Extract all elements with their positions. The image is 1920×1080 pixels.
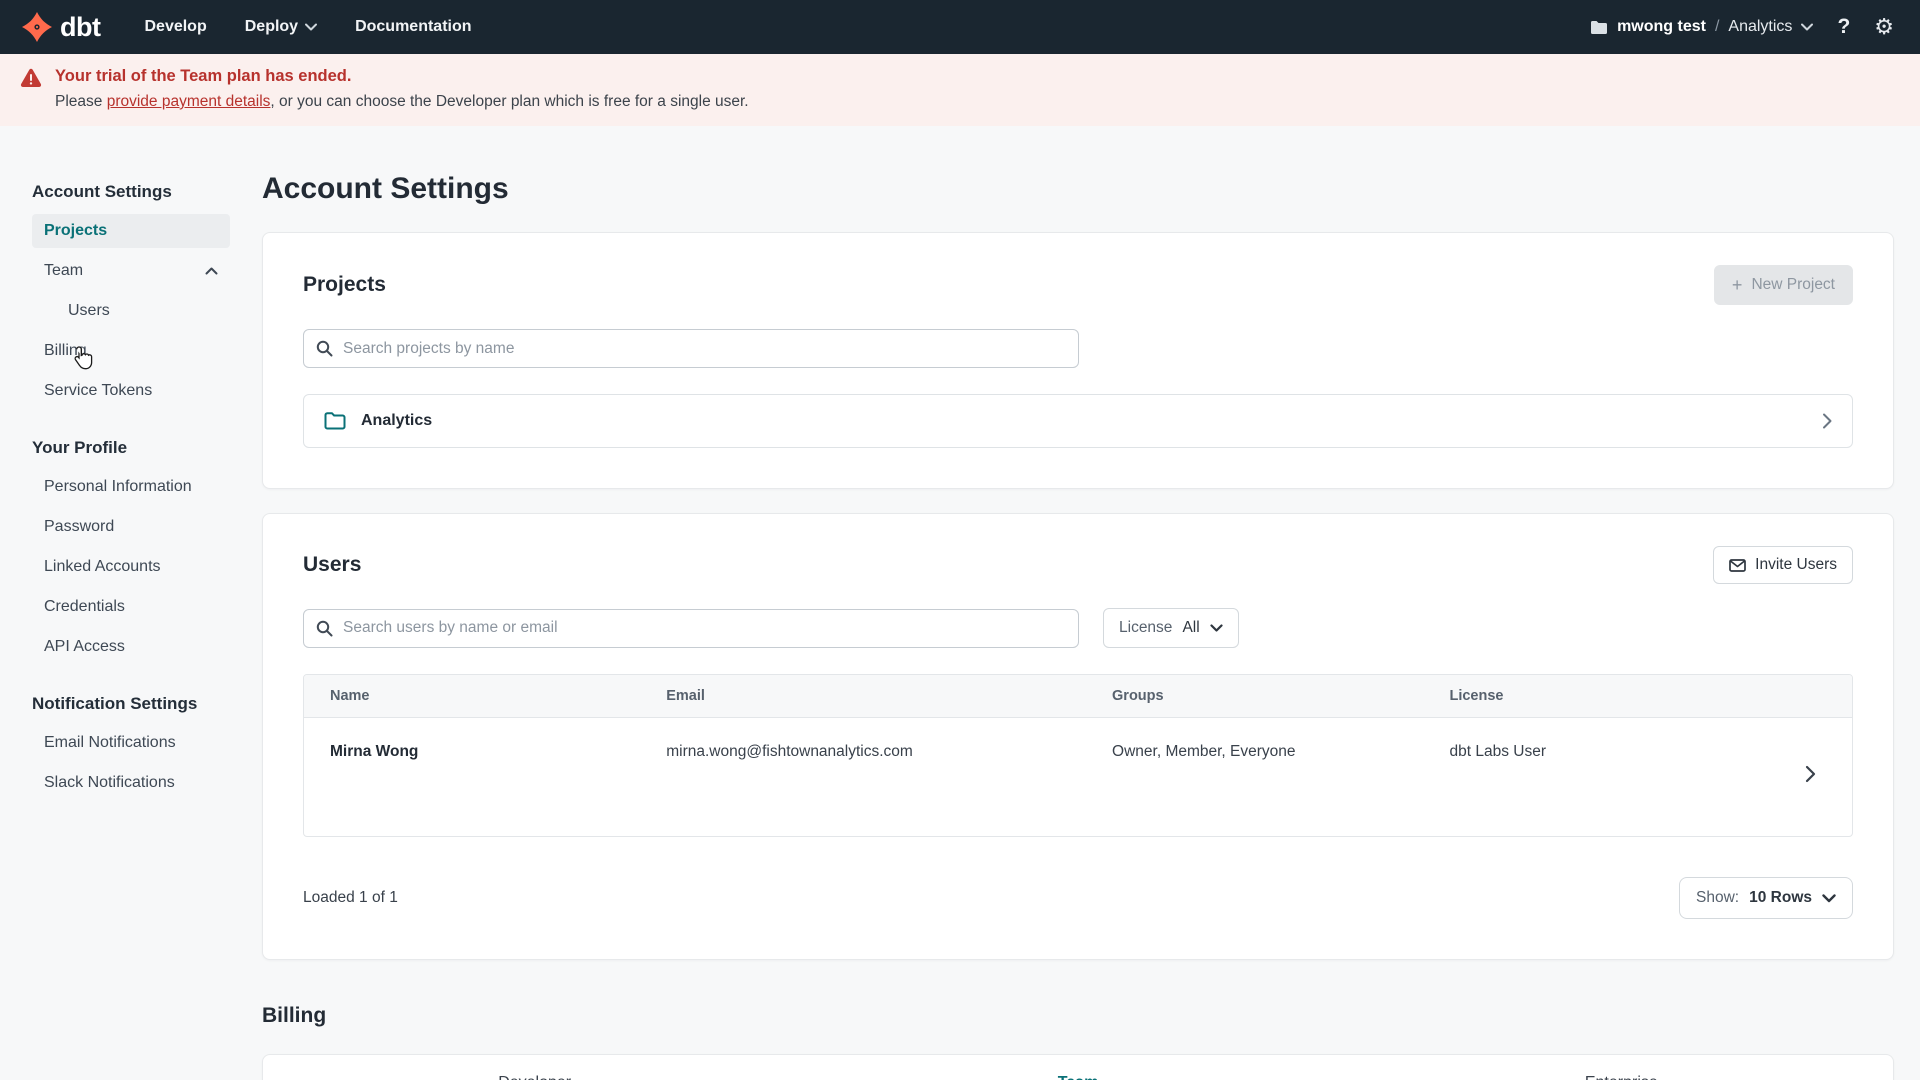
sidebar-heading: Notification Settings [32, 694, 242, 714]
crumb-separator: / [1715, 18, 1719, 36]
sidebar-heading: Account Settings [32, 182, 242, 202]
sidebar-section-account-settings: Account Settings Projects Team Users Bil… [32, 182, 242, 408]
sidebar-item-service-tokens[interactable]: Service Tokens [32, 374, 230, 408]
dbt-logo-text: dbt [60, 12, 100, 43]
show-rows-dropdown[interactable]: Show: 10 Rows [1679, 877, 1853, 919]
plus-icon: + [1732, 276, 1743, 294]
sidebar-item-slack-notifications[interactable]: Slack Notifications [32, 766, 230, 800]
chevron-down-icon [1210, 624, 1223, 632]
new-project-button[interactable]: + New Project [1714, 265, 1853, 305]
account-name: mwong test [1617, 18, 1706, 36]
column-header-email: Email [666, 675, 1112, 717]
nav-item-develop[interactable]: Develop [144, 18, 206, 36]
gear-icon[interactable]: ⚙ [1874, 16, 1894, 38]
banner-body: Please provide payment details, or you c… [55, 93, 749, 111]
sidebar-item-linked-accounts[interactable]: Linked Accounts [32, 550, 230, 584]
license-filter-dropdown[interactable]: License All [1103, 608, 1239, 648]
users-table-header: Name Email Groups License [304, 675, 1852, 718]
envelope-icon [1729, 559, 1746, 572]
tab-team[interactable]: Team [806, 1055, 1349, 1080]
dbt-logo-icon [22, 12, 52, 42]
page-title: Account Settings [262, 172, 1894, 206]
table-row[interactable]: Mirna Wong mirna.wong@fishtownanalytics.… [304, 718, 1852, 836]
sidebar-item-password[interactable]: Password [32, 510, 230, 544]
column-header-groups: Groups [1112, 675, 1449, 717]
projects-search-box [303, 329, 1079, 368]
billing-plan-tabs: Developer Team Enterprise [263, 1055, 1893, 1080]
tab-developer[interactable]: Developer [263, 1055, 806, 1080]
chevron-down-icon [1822, 894, 1836, 903]
tab-enterprise[interactable]: Enterprise [1350, 1055, 1893, 1080]
sidebar-section-your-profile: Your Profile Personal Information Passwo… [32, 438, 242, 664]
user-license-cell: dbt Labs User [1449, 718, 1852, 836]
navbar-right: mwong test / Analytics ? ⚙ [1590, 15, 1894, 39]
column-header-license: License [1449, 675, 1852, 717]
sidebar-heading: Your Profile [32, 438, 242, 458]
column-header-name: Name [304, 675, 666, 717]
user-email: mirna.wong@fishtownanalytics.com [666, 718, 1112, 809]
chevron-up-icon [205, 267, 218, 275]
project-name: Analytics [361, 412, 432, 430]
nav-item-documentation[interactable]: Documentation [355, 18, 471, 36]
trial-ended-banner: Your trial of the Team plan has ended. P… [0, 54, 1920, 126]
sidebar-section-notification-settings: Notification Settings Email Notification… [32, 694, 242, 800]
search-icon [316, 620, 333, 637]
folder-icon [1590, 20, 1608, 35]
users-search-box [303, 609, 1079, 648]
user-name: Mirna Wong [304, 718, 666, 809]
chevron-right-icon[interactable] [1805, 765, 1816, 788]
users-card: Users Invite Users [262, 513, 1894, 960]
help-icon[interactable]: ? [1837, 15, 1850, 39]
chevron-down-icon [305, 23, 317, 31]
nav-menu: Develop Deploy Documentation [144, 18, 471, 36]
project-name: Analytics [1728, 18, 1792, 36]
sidebar-item-projects[interactable]: Projects [32, 214, 230, 248]
chevron-down-icon [1801, 23, 1813, 31]
sidebar-item-email-notifications[interactable]: Email Notifications [32, 726, 230, 760]
sidebar-item-credentials[interactable]: Credentials [32, 590, 230, 624]
chevron-right-icon [1822, 413, 1832, 429]
project-row-analytics[interactable]: Analytics [303, 394, 1853, 448]
projects-search-input[interactable] [343, 340, 1066, 358]
billing-section-title: Billing [262, 1004, 1894, 1028]
banner-title: Your trial of the Team plan has ended. [55, 67, 749, 86]
user-license: dbt Labs User [1449, 743, 1546, 761]
projects-card: Projects + New Project Analytics [262, 232, 1894, 489]
billing-card: Developer Team Enterprise $100 /mo per d… [262, 1054, 1894, 1080]
nav-item-deploy[interactable]: Deploy [245, 18, 317, 36]
top-navbar: dbt Develop Deploy Documentation mwong t… [0, 0, 1920, 54]
provide-payment-details-link[interactable]: provide payment details [107, 93, 271, 110]
user-groups: Owner, Member, Everyone [1112, 718, 1449, 809]
folder-icon [324, 412, 346, 430]
users-search-input[interactable] [343, 619, 1066, 637]
projects-card-title: Projects [303, 273, 386, 297]
users-card-title: Users [303, 553, 361, 577]
banner-text: Your trial of the Team plan has ended. P… [55, 67, 749, 111]
search-icon [316, 340, 333, 357]
sidebar-item-personal-information[interactable]: Personal Information [32, 470, 230, 504]
warning-icon [20, 68, 42, 111]
loaded-status: Loaded 1 of 1 [303, 889, 398, 907]
sidebar-item-users[interactable]: Users [32, 294, 230, 328]
main-content: Account Settings Projects + New Project [242, 126, 1920, 1080]
invite-users-button[interactable]: Invite Users [1713, 546, 1853, 584]
sidebar-item-team[interactable]: Team [32, 254, 230, 288]
settings-sidebar: Account Settings Projects Team Users Bil… [0, 126, 242, 830]
dbt-logo[interactable]: dbt [22, 12, 100, 43]
sidebar-item-billing[interactable]: Billing [32, 334, 230, 368]
account-project-switcher[interactable]: mwong test / Analytics [1590, 18, 1813, 36]
sidebar-item-api-access[interactable]: API Access [32, 630, 230, 664]
users-table: Name Email Groups License Mirna Wong mir… [303, 674, 1853, 837]
